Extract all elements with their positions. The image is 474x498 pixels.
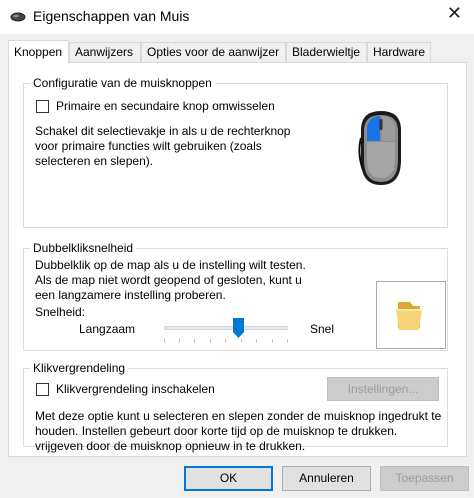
- double-click-description-line: Dubbelklik op de map als u de instelling…: [35, 258, 306, 272]
- slider-tick: [179, 339, 180, 343]
- tab-hardware[interactable]: Hardware: [367, 42, 431, 62]
- group-legend: Configuratie van de muisknoppen: [30, 76, 215, 90]
- test-folder-area[interactable]: [376, 281, 446, 349]
- slider-tick: [241, 339, 242, 343]
- click-lock-description-line: vrijgeven door de muisknop opnieuw in te…: [35, 439, 306, 453]
- tab-bladerwieltje[interactable]: Bladerwieltje: [286, 42, 367, 62]
- click-lock-label[interactable]: Klikvergrendeling inschakelen: [56, 382, 215, 397]
- title-bar: Eigenschappen van Muis ✕: [0, 0, 474, 34]
- mouse-icon: [10, 11, 26, 26]
- slider-tick: [256, 339, 257, 343]
- apply-button[interactable]: Toepassen: [380, 466, 469, 491]
- folder-icon[interactable]: [394, 298, 424, 335]
- group-legend: Klikvergrendeling: [30, 361, 129, 375]
- group-double-click-speed: Dubbelkliksnelheid Dubbelklik op de map …: [23, 241, 448, 351]
- tab-opties-aanwijzer[interactable]: Opties voor de aanwijzer: [141, 42, 286, 62]
- double-click-description-line: een langzamere instelling proberen.: [35, 288, 226, 302]
- slider-track[interactable]: [164, 326, 288, 330]
- ok-button[interactable]: OK: [184, 466, 273, 491]
- window-title: Eigenschappen van Muis: [33, 8, 190, 24]
- click-lock-description-line: houden. Instellen gebeurt door korte tij…: [35, 424, 398, 438]
- slider-tick: [272, 339, 273, 343]
- slider-tick: [164, 339, 165, 343]
- slider-tick: [194, 339, 195, 343]
- tab-knoppen[interactable]: Knoppen: [8, 40, 69, 64]
- button-config-description-line: voor primaire functies wilt gebruiken (z…: [35, 139, 262, 153]
- slider-tick: [287, 339, 288, 343]
- slow-label: Langzaam: [79, 322, 136, 336]
- click-lock-description-line: Met deze optie kunt u selecteren en slep…: [35, 409, 442, 423]
- button-config-description-line: selecteren en slepen).: [35, 154, 154, 168]
- fast-label: Snel: [310, 322, 335, 336]
- slider-thumb[interactable]: [233, 318, 244, 338]
- group-legend: Dubbelkliksnelheid: [30, 241, 137, 255]
- mouse-illustration-icon: [355, 108, 407, 191]
- tab-aanwijzers[interactable]: Aanwijzers: [69, 42, 141, 62]
- group-click-lock: Klikvergrendeling Klikvergrendeling insc…: [23, 361, 448, 453]
- tab-panel-knoppen: Configuratie van de muisknoppen Primaire…: [8, 62, 467, 457]
- click-lock-checkbox[interactable]: [36, 383, 49, 396]
- button-config-description-line: Schakel dit selectievakje in als u de re…: [35, 124, 291, 138]
- click-lock-settings-button[interactable]: Instellingen...: [327, 377, 439, 401]
- swap-buttons-label[interactable]: Primaire en secundaire knop omwisselen: [56, 99, 275, 114]
- close-button[interactable]: ✕: [447, 3, 462, 24]
- slider-tick: [210, 339, 211, 343]
- slider-tick: [225, 339, 226, 343]
- speed-label: Snelheid:: [35, 305, 86, 319]
- swap-buttons-checkbox[interactable]: [36, 100, 49, 113]
- double-click-description-line: Als de map niet wordt geopend of geslote…: [35, 273, 302, 287]
- double-click-speed-slider[interactable]: [164, 315, 288, 347]
- cancel-button[interactable]: Annuleren: [282, 466, 371, 491]
- dialog-client-area: Knoppen Aanwijzers Opties voor de aanwij…: [0, 34, 474, 498]
- group-button-config: Configuratie van de muisknoppen Primaire…: [23, 76, 448, 228]
